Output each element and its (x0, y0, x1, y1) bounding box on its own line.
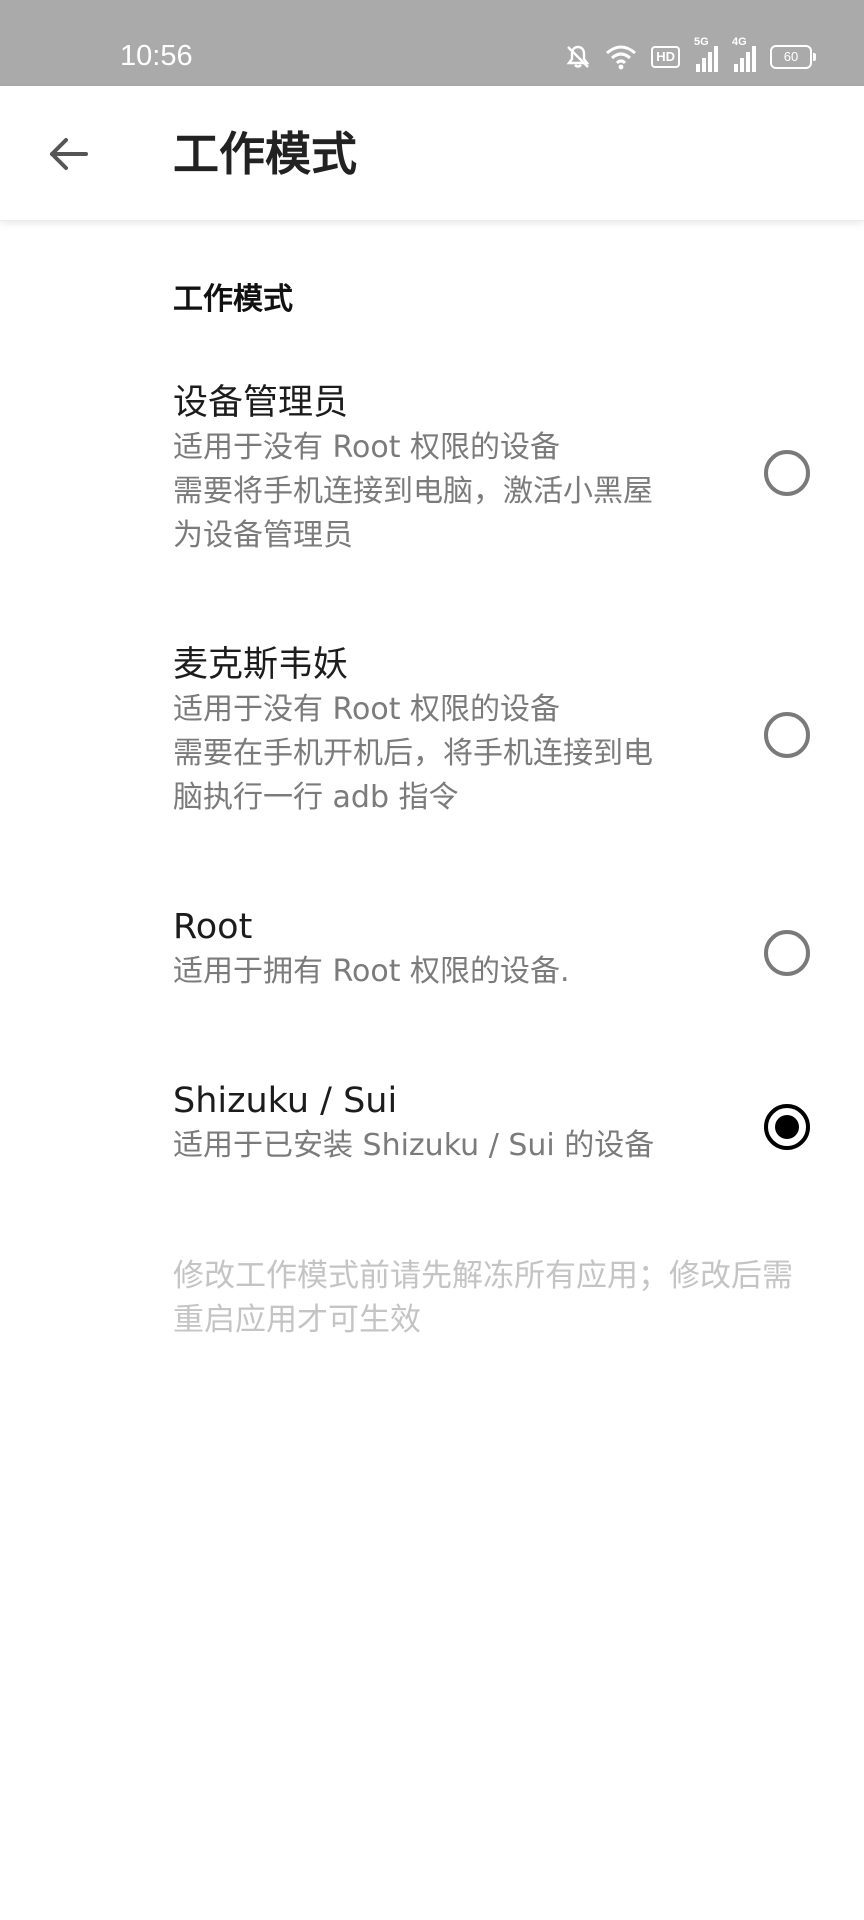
option-description: 适用于拥有 Root 权限的设备. (173, 954, 570, 989)
status-bar: 10:56 HD 5G 4G 60 (0, 0, 864, 86)
option-text: 设备管理员 适用于没有 Root 权限的设备 需要将手机连接到电脑，激活小黑屋 … (173, 380, 733, 558)
option-title: 设备管理员 (173, 383, 349, 423)
signal-4g-label: 4G (732, 36, 747, 48)
signal-5g-label: 5G (694, 36, 709, 48)
status-time: 10:56 (120, 40, 193, 72)
option-text: Shizuku / Sui 适用于已安装 Shizuku / Sui 的设备 (173, 1078, 733, 1168)
arrow-left-icon (50, 138, 88, 170)
option-title: Shizuku / Sui (173, 1081, 398, 1121)
radio-button[interactable] (764, 450, 810, 496)
option-title: Root (173, 907, 253, 947)
option-device-admin[interactable]: 设备管理员 适用于没有 Root 权限的设备 需要将手机连接到电脑，激活小黑屋 … (0, 380, 864, 580)
option-text: 麦克斯韦妖 适用于没有 Root 权限的设备 需要在手机开机后，将手机连接到电 … (173, 642, 733, 820)
option-description: 适用于没有 Root 权限的设备 需要将手机连接到电脑，激活小黑屋 为设备管理员 (173, 430, 653, 553)
option-title: 麦克斯韦妖 (173, 645, 349, 685)
option-root[interactable]: Root 适用于拥有 Root 权限的设备. (0, 904, 864, 1014)
bell-muted-icon (565, 44, 591, 70)
radio-button-selected[interactable] (764, 1104, 810, 1150)
section-header: 工作模式 (173, 282, 293, 317)
signal-4g-icon: 4G (732, 36, 756, 72)
radio-button[interactable] (764, 930, 810, 976)
option-text: Root 适用于拥有 Root 权限的设备. (173, 904, 733, 994)
battery-icon: 60 (770, 45, 816, 69)
hd-voice-icon: HD (651, 46, 680, 68)
wifi-icon (605, 44, 637, 70)
option-shizuku-sui[interactable]: Shizuku / Sui 适用于已安装 Shizuku / Sui 的设备 (0, 1078, 864, 1188)
status-icons: HD 5G 4G 60 (565, 36, 816, 72)
signal-5g-icon: 5G (694, 36, 718, 72)
app-bar: 工作模式 (0, 86, 864, 221)
page-title: 工作模式 (173, 127, 357, 181)
footnote-text: 修改工作模式前请先解冻所有应用；修改后需重启应用才可生效 (173, 1258, 793, 1338)
option-maxwell-demon[interactable]: 麦克斯韦妖 适用于没有 Root 权限的设备 需要在手机开机后，将手机连接到电 … (0, 642, 864, 842)
radio-button[interactable] (764, 712, 810, 758)
back-button[interactable] (36, 122, 100, 186)
option-description: 适用于已安装 Shizuku / Sui 的设备 (173, 1128, 655, 1163)
option-description: 适用于没有 Root 权限的设备 需要在手机开机后，将手机连接到电 脑执行一行 … (173, 692, 653, 815)
